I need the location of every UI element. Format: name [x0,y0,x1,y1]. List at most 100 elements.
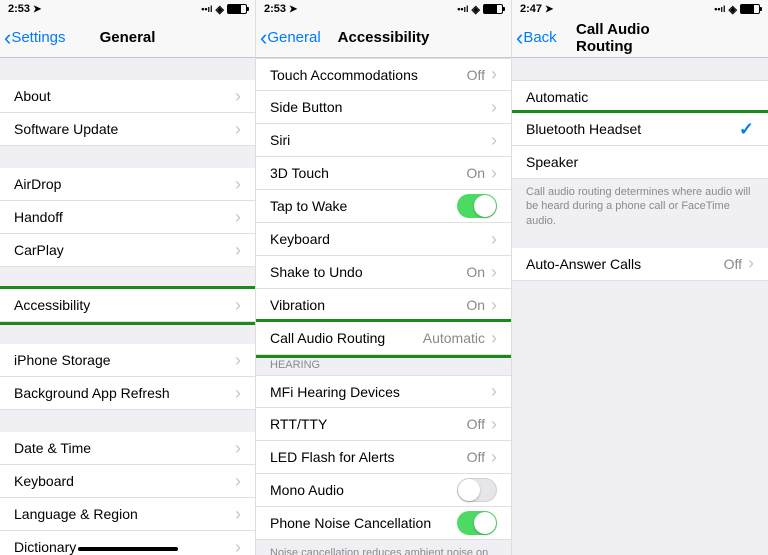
row-phone-noise-cancellation[interactable]: Phone Noise Cancellation [256,507,511,540]
status-time: 2:47 [520,3,542,15]
status-bar: 2:53 ➤ ••ıl ◈ [256,0,511,18]
battery-icon [740,4,760,14]
hearing-section-header: HEARING [256,355,511,375]
row-siri[interactable]: Siri› [256,124,511,157]
row-label: Touch Accommodations [270,67,467,83]
back-button[interactable]: ‹ Back [512,25,557,51]
chevron-right-icon: › [491,229,497,250]
row-value: Off [467,67,485,83]
screen-accessibility: 2:53 ➤ ••ıl ◈ ‹ General Accessibility To… [256,0,512,555]
screen-call-audio-routing: 2:47 ➤ ••ıl ◈ ‹ Back Call Audio Routing … [512,0,768,555]
chevron-right-icon: › [491,64,497,85]
option-speaker[interactable]: Speaker [512,146,768,179]
signal-icon: ••ıl [457,4,468,14]
chevron-right-icon: › [235,471,241,492]
battery-icon [227,4,247,14]
chevron-right-icon: › [491,328,497,349]
chevron-right-icon: › [235,350,241,371]
nav-header: ‹ General Accessibility [256,18,511,58]
location-icon: ➤ [545,4,553,15]
back-label: General [267,29,320,46]
row-shake-to-undo[interactable]: Shake to UndoOn› [256,256,511,289]
home-indicator[interactable] [78,547,178,551]
back-button[interactable]: ‹ General [256,25,321,51]
chevron-right-icon: › [235,119,241,140]
row-call-audio-routing[interactable]: Call Audio RoutingAutomatic› [256,322,511,355]
screen-general: 2:53 ➤ ••ıl ◈ ‹ Settings General About› … [0,0,256,555]
wifi-icon: ◈ [472,3,480,16]
chevron-left-icon: ‹ [260,25,267,51]
chevron-right-icon: › [235,383,241,404]
chevron-right-icon: › [491,414,497,435]
row-side-button[interactable]: Side Button› [256,91,511,124]
option-label: Automatic [526,89,754,105]
option-bluetooth-headset[interactable]: Bluetooth Headset✓ [512,113,768,146]
toggle-switch[interactable] [457,194,497,218]
status-time: 2:53 [264,3,286,15]
row-airdrop[interactable]: AirDrop› [0,168,255,201]
row-label: Shake to Undo [270,264,466,280]
row-auto-answer[interactable]: Auto-Answer Calls Off › [512,248,768,281]
row-accessibility[interactable]: Accessibility› [0,289,255,322]
wifi-icon: ◈ [216,3,224,16]
chevron-right-icon: › [491,295,497,316]
row-dictionary[interactable]: Dictionary› [0,531,255,555]
chevron-left-icon: ‹ [516,25,523,51]
chevron-right-icon: › [491,447,497,468]
row-language-region[interactable]: Language & Region› [0,498,255,531]
option-automatic[interactable]: Automatic [512,80,768,113]
row-label: RTT/TTY [270,416,467,432]
toggle-switch[interactable] [457,478,497,502]
option-label: Bluetooth Headset [526,121,739,137]
row-value: Off [467,416,485,432]
row-background-app-refresh[interactable]: Background App Refresh› [0,377,255,410]
status-bar: 2:47 ➤ ••ıl ◈ [512,0,768,18]
battery-icon [483,4,503,14]
back-label: Back [523,29,556,46]
row-iphone-storage[interactable]: iPhone Storage› [0,344,255,377]
row-rtt-tty[interactable]: RTT/TTYOff › [256,408,511,441]
row-tap-to-wake[interactable]: Tap to Wake [256,190,511,223]
row-led-flash-for-alerts[interactable]: LED Flash for AlertsOff › [256,441,511,474]
row-vibration[interactable]: VibrationOn › [256,289,511,322]
row-date-time[interactable]: Date & Time› [0,432,255,465]
row-label: Keyboard [270,231,491,247]
toggle-switch[interactable] [457,511,497,535]
wifi-icon: ◈ [729,3,737,16]
chevron-right-icon: › [235,504,241,525]
signal-icon: ••ıl [201,4,212,14]
row-label: Side Button [270,99,491,115]
row-software-update[interactable]: Software Update› [0,113,255,146]
row-label: Vibration [270,297,466,313]
row-handoff[interactable]: Handoff› [0,201,255,234]
row-keyboard[interactable]: Keyboard› [256,223,511,256]
chevron-right-icon: › [235,207,241,228]
location-icon: ➤ [33,4,41,15]
row-value: On [466,297,485,313]
back-button[interactable]: ‹ Settings [0,25,66,51]
page-title: Call Audio Routing [576,21,704,55]
chevron-right-icon: › [491,163,497,184]
routing-footer: Call audio routing determines where audi… [512,179,768,234]
chevron-left-icon: ‹ [4,25,11,51]
row-keyboard[interactable]: Keyboard› [0,465,255,498]
row-mono-audio[interactable]: Mono Audio [256,474,511,507]
row-value: Off [467,449,485,465]
row-touch-accommodations[interactable]: Touch AccommodationsOff › [256,58,511,91]
chevron-right-icon: › [491,97,497,118]
chevron-right-icon: › [235,295,241,316]
page-title: General [100,29,156,46]
chevron-right-icon: › [748,253,754,274]
location-icon: ➤ [289,4,297,15]
row-label: LED Flash for Alerts [270,449,467,465]
row-about[interactable]: About› [0,80,255,113]
chevron-right-icon: › [491,381,497,402]
row-label: Phone Noise Cancellation [270,515,457,531]
row-3d-touch[interactable]: 3D TouchOn › [256,157,511,190]
row-label: Call Audio Routing [270,330,423,346]
row-carplay[interactable]: CarPlay› [0,234,255,267]
option-label: Speaker [526,154,754,170]
row-mfi-hearing-devices[interactable]: MFi Hearing Devices› [256,375,511,408]
row-label: 3D Touch [270,165,466,181]
row-value: On [466,165,485,181]
